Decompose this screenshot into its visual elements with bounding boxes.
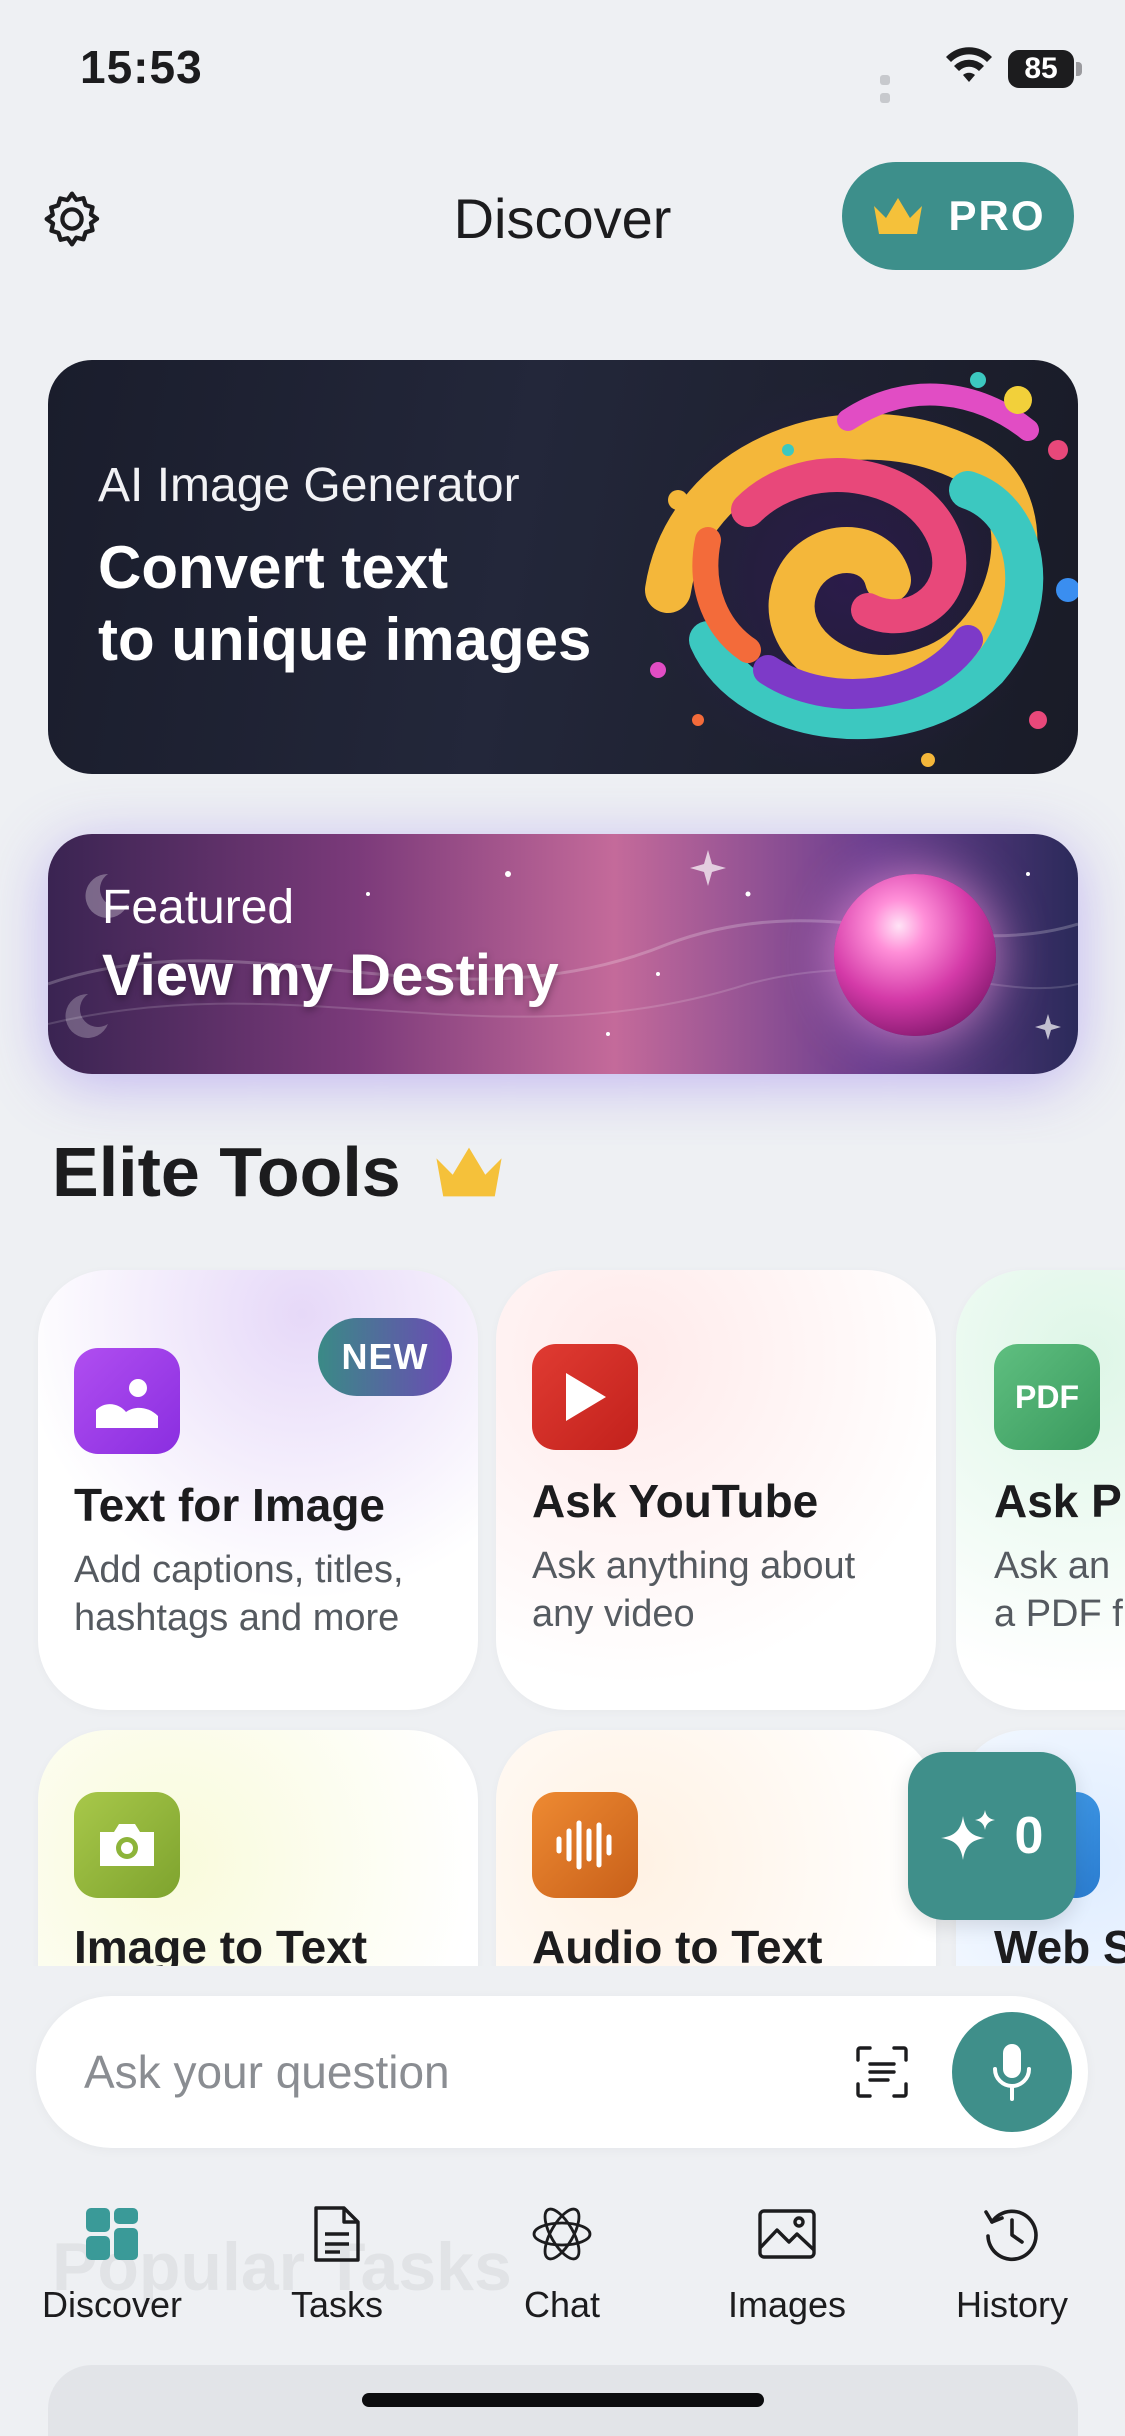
featured-title: View my Destiny [102,943,559,1008]
crown-icon [436,1147,502,1197]
tool-description-line: a PDF f [994,1593,1123,1635]
tool-description: Ask an a PDF f [994,1542,1125,1638]
cellular-signal-icon [880,72,906,103]
grid-icon [80,2202,144,2266]
gear-icon [44,191,100,247]
tab-discover[interactable]: Discover [12,2186,212,2346]
elite-tools-heading: Elite Tools [52,1132,507,1212]
photo-icon [755,2202,819,2266]
battery-icon: 85 [1008,50,1082,88]
status-bar: 15:53 85 [0,0,1125,140]
document-icon [305,2202,369,2266]
tab-history[interactable]: History [912,2186,1112,2346]
wifi-icon [946,47,992,82]
credits-count: 0 [1014,1807,1044,1865]
tool-card-text-for-image[interactable]: NEW Text for Image Add captions, titles,… [38,1270,478,1710]
microphone-button[interactable] [952,2012,1072,2132]
tool-card-ask-youtube[interactable]: Ask YouTube Ask anything about any video [496,1270,936,1710]
featured-destiny-banner[interactable]: Featured View my Destiny [48,834,1078,1074]
microphone-icon [993,2044,1031,2101]
pdf-icon: PDF [994,1344,1100,1450]
credits-button[interactable]: 0 [908,1752,1076,1920]
tab-bar: Discover Tasks Chat Images History [0,2186,1125,2346]
settings-button[interactable] [36,183,108,255]
ask-bar [36,1996,1088,2148]
hero-headline: Convert text to unique images [98,532,698,676]
ask-question-input[interactable] [84,2030,824,2114]
hero-label: AI Image Generator [98,459,520,512]
crown-icon [874,198,923,234]
image-icon [74,1348,180,1454]
battery-level: 85 [1008,50,1074,88]
hero-headline-line1: Convert text [98,534,449,601]
tool-description: Ask anything about any video [532,1545,856,1635]
featured-label: Featured [102,881,295,934]
tab-label: Images [727,2284,847,2325]
new-badge: NEW [318,1318,452,1396]
ai-image-generator-banner[interactable]: AI Image Generator Convert text to uniqu… [48,360,1078,774]
youtube-play-icon [532,1344,638,1450]
tab-label: History [955,2284,1068,2325]
history-icon [980,2202,1044,2266]
scan-icon [856,2046,908,2098]
tab-tasks[interactable]: Tasks [237,2186,437,2346]
tab-label: Discover [41,2284,183,2325]
chat-swirl-icon [530,2202,594,2266]
tab-chat[interactable]: Chat [462,2186,662,2346]
tab-label: Tasks [290,2284,384,2325]
tool-title: Ask YouTube [532,1475,819,1527]
camera-icon [74,1792,180,1898]
section-title: Elite Tools [52,1133,401,1211]
status-time: 15:53 [80,41,203,93]
pdf-icon-text: PDF [1015,1378,1079,1415]
tool-description-line: Ask an [994,1545,1111,1587]
tool-title: Web S [994,1921,1125,1970]
pro-label: PRO [948,192,1046,239]
tool-card-ask-pdf[interactable]: PDF Ask P Ask an a PDF f [956,1270,1125,1710]
sparkle-icon [940,1810,995,1860]
tool-description: Add captions, titles, hashtags and more [74,1549,404,1639]
tool-card-image-to-text[interactable]: Image to Text [38,1730,478,1970]
tool-title: Text for Image [74,1479,385,1531]
home-indicator [362,2393,764,2407]
scan-text-button[interactable] [846,2036,918,2108]
tool-card-audio-to-text[interactable]: Audio to Text [496,1730,936,1970]
tool-title: Audio to Text [532,1921,823,1970]
hero-headline-line2: to unique images [98,606,592,673]
waveform-icon [532,1792,638,1898]
tool-title: Image to Text [74,1921,368,1970]
tab-images[interactable]: Images [687,2186,887,2346]
pro-upgrade-button[interactable]: PRO [842,162,1074,270]
tab-label: Chat [523,2284,601,2325]
tool-title: Ask P [994,1475,1122,1527]
crystal-ball-icon [834,874,996,1036]
